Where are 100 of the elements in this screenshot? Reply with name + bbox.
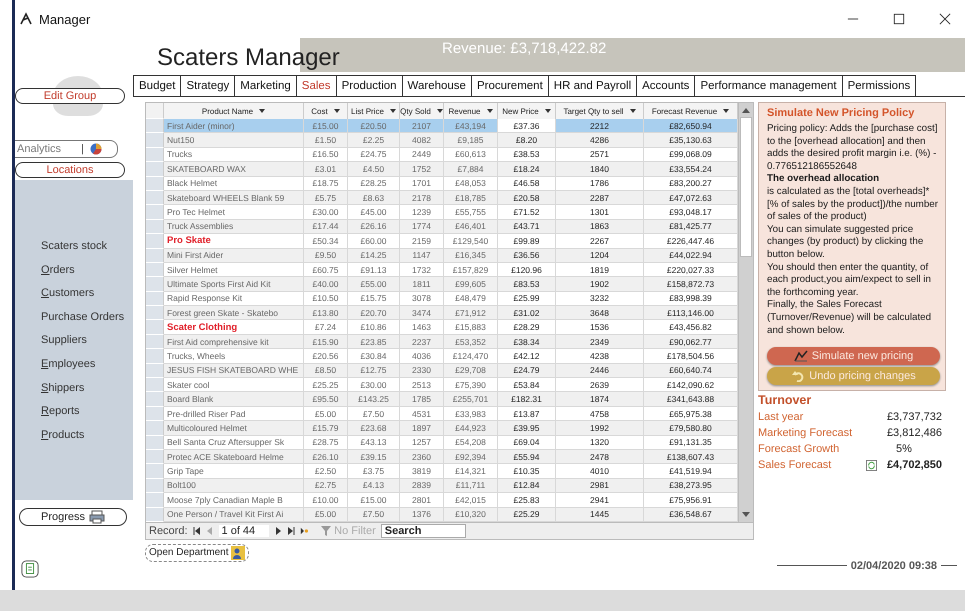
table-row[interactable]: Skater cool £25.25 £30.00 2513 £75,390 £53.84 2639 £142,090.62 bbox=[146, 378, 738, 392]
panel-title: Simulate New Pricing Policy bbox=[767, 107, 916, 119]
dropdown-icon bbox=[334, 109, 340, 113]
table-cell: 1445 bbox=[556, 508, 644, 522]
dropdown-icon bbox=[630, 109, 636, 113]
column-header[interactable]: Forecast Revenue bbox=[644, 103, 738, 119]
maximize-icon[interactable] bbox=[893, 13, 905, 25]
table-row[interactable]: Pro Tec Helmet £30.00 £45.00 1239 £55,755 £71.52 1301 £93,048.17 bbox=[146, 205, 738, 220]
locations-button[interactable]: Locations bbox=[15, 162, 125, 178]
window-title: Manager bbox=[39, 12, 90, 26]
turnover-label: Marketing Forecast bbox=[758, 427, 854, 440]
next-record-icon[interactable] bbox=[274, 526, 282, 535]
tab[interactable]: Production bbox=[336, 75, 402, 97]
refresh-icon[interactable] bbox=[866, 460, 877, 471]
edit-group-button[interactable]: Edit Group bbox=[15, 88, 125, 104]
scroll-down-icon[interactable] bbox=[742, 512, 750, 518]
column-header[interactable]: Product Name bbox=[164, 103, 304, 119]
sidebar-item[interactable]: Employees bbox=[15, 358, 133, 370]
close-icon[interactable] bbox=[939, 13, 951, 25]
table-row[interactable]: Multicoloured Helmet £15.79 £23.68 1897 £44,923 £39.95 1992 £79,580.80 bbox=[146, 421, 738, 436]
sidebar-item[interactable]: Suppliers bbox=[15, 334, 133, 346]
column-header[interactable]: Target Qty to sell bbox=[556, 103, 644, 119]
dropdown-icon bbox=[486, 109, 493, 113]
tab[interactable]: Marketing bbox=[234, 75, 296, 97]
sidebar-item[interactable]: Customers bbox=[15, 287, 133, 300]
column-header[interactable]: Revenue bbox=[444, 103, 498, 119]
tab[interactable]: Procurement bbox=[470, 75, 548, 97]
table-row[interactable]: Trucks £16.50 £24.75 2449 £60,613 £38.53 2571 £99,068.09 bbox=[146, 148, 738, 162]
tab[interactable]: Budget bbox=[133, 75, 180, 97]
table-row[interactable]: Skateboard WHEELS Blank 59 £5.75 £8.63 2178 £18,785 £20.58 2287 £47,072.63 bbox=[146, 190, 738, 206]
column-header[interactable]: Qty Sold bbox=[400, 103, 444, 119]
table-row[interactable]: Ultimate Sports First Aid Kit £40.00 £55.00 1811 £99,605 £83.53 1902 £158,872.73 bbox=[146, 277, 738, 292]
sidebar-item[interactable]: Purchase Orders bbox=[15, 310, 133, 323]
scroll-up-icon[interactable] bbox=[742, 107, 750, 113]
open-department-button[interactable]: Open Department bbox=[145, 544, 248, 562]
tab[interactable]: Accounts bbox=[636, 75, 694, 97]
table-row[interactable]: Rapid Response Kit £10.50 £15.75 3078 £48,479 £25.99 3232 £83,998.39 bbox=[146, 292, 738, 306]
tab[interactable]: Sales bbox=[296, 75, 336, 97]
table-row[interactable]: JESUS FISH SKATEBOARD WHE £8.50 £12.75 2330 £29,708 £24.79 2446 £60,640.74 bbox=[146, 364, 738, 378]
search-field[interactable]: Search bbox=[380, 524, 466, 538]
table-row[interactable]: First Aider (minor) £15.00 £20.50 2107 £43,194 £37.36 2212 £82,650.94 bbox=[146, 119, 738, 134]
sidebar-item[interactable]: Products bbox=[15, 428, 133, 441]
table-cell: 2107 bbox=[400, 119, 444, 134]
table-row[interactable]: Pro Skate £50.34 £60.00 2159 £129,540 £99.89 2267 £226,447.46 bbox=[146, 234, 738, 249]
table-row[interactable]: Trucks, Wheels £20.56 £30.84 4036 £124,470 £42.12 4238 £178,504.56 bbox=[146, 349, 738, 364]
undo-icon bbox=[791, 370, 806, 382]
table-row[interactable]: Nut150 £1.50 £2.25 4082 £9,185 £8.20 4286 £35,130.63 bbox=[146, 133, 738, 148]
table-row[interactable]: Grip Tape £2.50 £3.75 3819 £14,321 £10.35 4010 £41,519.94 bbox=[146, 464, 738, 479]
turnover-value: £3,812,486 bbox=[886, 427, 943, 440]
table-row[interactable]: Scater Clothing £7.24 £10.86 1463 £15,883 £28.29 1536 £43,456.82 bbox=[146, 320, 738, 335]
table-row[interactable]: Board Blank £95.50 £143.25 1785 £255,701 £182.31 1874 £341,643.88 bbox=[146, 392, 738, 407]
table-cell: £20.50 bbox=[348, 119, 400, 134]
turnover-label: Sales Forecast bbox=[758, 459, 832, 472]
scrollbar[interactable] bbox=[738, 103, 753, 522]
progress-button[interactable]: Progress bbox=[19, 508, 127, 526]
table-row[interactable]: Pre-drilled Riser Pad £5.00 £7.50 4531 £33,983 £13.87 4758 £65,975.38 bbox=[146, 406, 738, 422]
table-row[interactable]: Truck Assemblies £17.44 £26.16 1774 £46,401 £43.71 1863 £81,425.77 bbox=[146, 220, 738, 234]
sidebar-item[interactable]: Orders bbox=[15, 264, 133, 276]
app-icon bbox=[19, 12, 33, 26]
table-row[interactable]: Protec ACE Skateboard Helme £26.10 £39.15 2360 £92,394 £55.94 2478 £138,607.43 bbox=[146, 450, 738, 464]
tab[interactable]: Warehouse bbox=[402, 75, 471, 97]
tab[interactable]: HR and Payroll bbox=[548, 75, 636, 97]
table-cell: £5.00 bbox=[304, 508, 348, 522]
table-cell: £15.00 bbox=[304, 119, 348, 134]
sidebar-item[interactable]: Scaters stock bbox=[15, 240, 133, 252]
turnover-label: Forecast Growth bbox=[758, 443, 840, 456]
column-header[interactable]: List Price bbox=[348, 103, 400, 119]
turnover-heading: Turnover bbox=[758, 393, 812, 408]
table-row[interactable]: Forest green Skate - Skatebo £13.80 £20.70 3474 £71,912 £31.02 3648 £113,146.00 bbox=[146, 306, 738, 320]
turnover-value: £3,737,732 bbox=[886, 411, 943, 424]
table-row[interactable]: Mini First Aider £9.50 £14.25 1147 £16,345 £36.56 1204 £44,022.94 bbox=[146, 248, 738, 263]
last-record-icon[interactable] bbox=[287, 526, 296, 535]
column-header[interactable]: Cost bbox=[304, 103, 348, 119]
table-row[interactable]: Moose 7ply Canadian Maple B £10.00 £15.00 2801 £42,015 £25.83 2941 £75,956.91 bbox=[146, 493, 738, 508]
dropdown-icon bbox=[723, 109, 730, 113]
sidebar-item[interactable]: Reports bbox=[15, 405, 133, 418]
dropdown-icon bbox=[259, 109, 266, 113]
first-record-icon[interactable] bbox=[192, 526, 201, 535]
filter-icon bbox=[321, 526, 332, 536]
table-row[interactable]: First Aid comprehensive kit £15.90 £23.85 2237 £53,352 £38.34 2349 £90,062.77 bbox=[146, 334, 738, 350]
printer-icon bbox=[89, 510, 106, 524]
document-icon[interactable] bbox=[21, 560, 39, 578]
tab[interactable]: Strategy bbox=[180, 75, 234, 97]
table-row[interactable]: Black Helmet £18.75 £28.25 1701 £48,053 £46.58 1786 £83,200.27 bbox=[146, 176, 738, 191]
analytics-button[interactable]: Analytics | bbox=[15, 140, 118, 158]
tab[interactable]: Performance management bbox=[694, 75, 842, 97]
new-record-icon[interactable] bbox=[300, 526, 308, 535]
table-row[interactable]: One Person / Travel Kit First Ai £5.00 £7.50 1376 £10,320 £25.29 1445 £36,548.67 bbox=[146, 508, 738, 522]
table-row[interactable]: SKATEBOARD WAX £3.01 £4.50 1752 £7,884 £18.24 1840 £33,554.24 bbox=[146, 162, 738, 177]
turnover-label: Last year bbox=[758, 411, 804, 424]
table-row[interactable]: Silver Helmet £60.75 £91.13 1732 £157,829 £120.96 1819 £220,027.33 bbox=[146, 262, 738, 278]
tab[interactable]: Permissions bbox=[842, 75, 916, 97]
table-row[interactable]: Bell Santa Cruz Aftersupper Sk £28.75 £43.13 1257 £54,208 £69.04 1320 £91,131.35 bbox=[146, 436, 738, 450]
table-cell: £82,650.94 bbox=[644, 119, 738, 134]
record-position-field[interactable]: 1 of 44 bbox=[218, 524, 270, 537]
turnover-value: 5% bbox=[895, 443, 913, 456]
table-cell: £10,320 bbox=[444, 508, 498, 522]
table-row[interactable]: Bolt100 £2.75 £4.13 2839 £11,711 £12.84 2981 £38,273.95 bbox=[146, 478, 738, 494]
sidebar-item[interactable]: Shippers bbox=[15, 382, 133, 394]
column-header[interactable]: New Price bbox=[498, 103, 556, 119]
